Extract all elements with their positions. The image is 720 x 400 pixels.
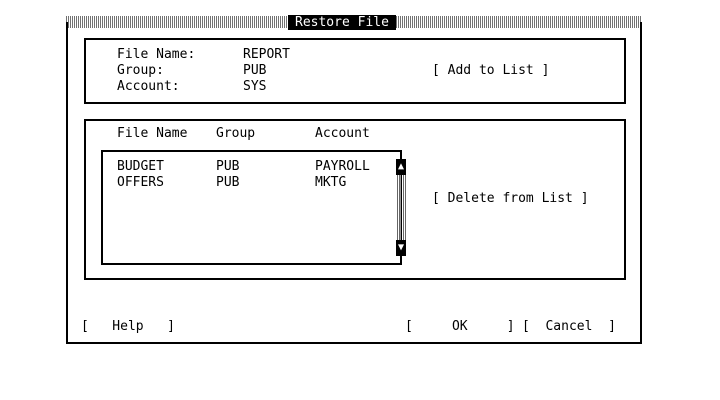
list-item-account[interactable]: MKTG bbox=[315, 175, 346, 191]
list-item-group[interactable]: PUB bbox=[216, 159, 239, 175]
group-value[interactable]: PUB bbox=[243, 63, 266, 79]
scroll-down-icon[interactable]: ▼ bbox=[396, 240, 406, 256]
help-button[interactable]: [ Help ] bbox=[81, 319, 175, 335]
list-item-file-name[interactable]: OFFERS bbox=[117, 175, 164, 191]
account-value[interactable]: SYS bbox=[243, 79, 266, 95]
list-item-file-name[interactable]: BUDGET bbox=[117, 159, 164, 175]
file-name-value[interactable]: REPORT bbox=[243, 47, 290, 63]
dialog-border-right bbox=[640, 22, 642, 344]
account-label: Account: bbox=[117, 79, 180, 94]
scroll-up-icon[interactable]: ▲ bbox=[396, 159, 406, 175]
delete-from-list-button[interactable]: [ Delete from List ] bbox=[432, 191, 589, 207]
add-to-list-button[interactable]: [ Add to List ] bbox=[432, 63, 549, 79]
column-header-account: Account bbox=[315, 126, 370, 141]
column-header-file-name: File Name bbox=[117, 126, 188, 141]
group-label: Group: bbox=[117, 63, 164, 78]
list-item-group[interactable]: PUB bbox=[216, 175, 239, 191]
dialog-title: Restore File bbox=[288, 15, 396, 30]
dialog-border-bottom bbox=[66, 342, 642, 344]
file-name-label: File Name: bbox=[117, 47, 196, 62]
list-item-account[interactable]: PAYROLL bbox=[315, 159, 370, 175]
cancel-button[interactable]: [ Cancel ] bbox=[522, 319, 616, 335]
ok-button[interactable]: [ OK ] bbox=[405, 319, 515, 335]
dialog-border-left bbox=[66, 22, 68, 344]
column-header-group: Group bbox=[216, 126, 256, 141]
